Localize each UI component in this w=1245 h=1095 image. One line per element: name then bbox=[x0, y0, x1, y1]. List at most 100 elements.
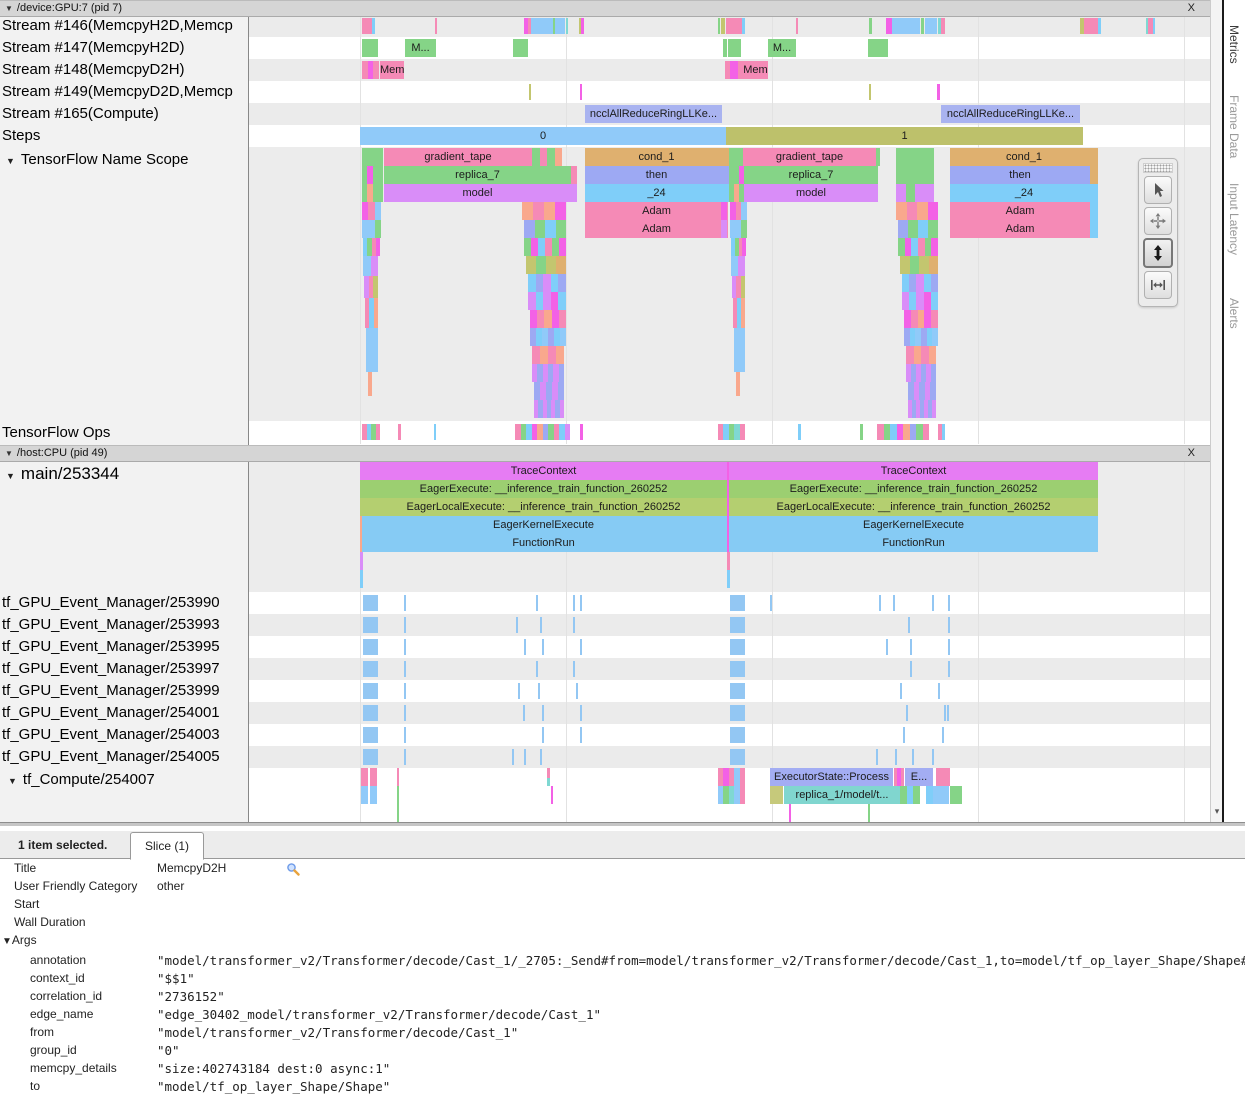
name-scope-slice[interactable]: then bbox=[950, 166, 1090, 184]
slice-cluster[interactable] bbox=[551, 786, 553, 804]
event-block-slice[interactable] bbox=[730, 639, 745, 655]
slice-cluster[interactable] bbox=[362, 148, 383, 166]
trace-slice[interactable] bbox=[868, 39, 888, 57]
slice-cluster[interactable] bbox=[362, 184, 383, 202]
trace-slice-labeled[interactable]: 0 bbox=[360, 127, 726, 145]
event-tick-slice[interactable] bbox=[580, 705, 582, 721]
trace-slice-labeled[interactable]: M... bbox=[768, 39, 796, 57]
trace-slice[interactable] bbox=[513, 39, 528, 57]
event-tick-slice[interactable] bbox=[944, 705, 946, 721]
cpu-trace-slice[interactable]: EagerKernelExecute bbox=[360, 516, 727, 534]
event-tick-slice[interactable] bbox=[524, 749, 526, 765]
slice-cluster[interactable] bbox=[530, 328, 566, 346]
event-tick-slice[interactable] bbox=[573, 661, 575, 677]
event-tick-slice[interactable] bbox=[879, 595, 881, 611]
compute-slice[interactable] bbox=[770, 786, 783, 804]
slice-cluster[interactable] bbox=[571, 166, 577, 184]
slice-cluster[interactable] bbox=[362, 424, 380, 440]
slice-cluster[interactable] bbox=[524, 220, 566, 238]
slice-cluster[interactable] bbox=[729, 166, 744, 184]
trace-slice[interactable] bbox=[742, 18, 745, 34]
name-scope-slice[interactable]: Adam bbox=[585, 220, 728, 238]
slice-cluster[interactable] bbox=[360, 516, 362, 552]
trace-slice[interactable] bbox=[362, 39, 378, 57]
slice-cluster[interactable] bbox=[361, 768, 368, 786]
slice-cluster[interactable] bbox=[908, 382, 936, 400]
event-tick-slice[interactable] bbox=[895, 749, 897, 765]
slice-cluster[interactable] bbox=[571, 184, 577, 202]
slice-cluster[interactable] bbox=[397, 786, 399, 822]
event-tick-slice[interactable] bbox=[542, 705, 544, 721]
event-tick-slice[interactable] bbox=[540, 617, 542, 633]
slice-cluster[interactable] bbox=[902, 292, 938, 310]
selection-tool-button[interactable] bbox=[1144, 176, 1172, 204]
event-tick-slice[interactable] bbox=[576, 683, 578, 699]
name-scope-slice[interactable]: model bbox=[744, 184, 878, 202]
slice-cluster[interactable] bbox=[731, 238, 746, 256]
slice-cluster[interactable] bbox=[397, 768, 399, 786]
slice-cluster[interactable] bbox=[534, 382, 564, 400]
slice-cluster[interactable] bbox=[721, 166, 729, 184]
event-block-slice[interactable] bbox=[363, 683, 378, 699]
trace-slice-labeled[interactable]: 1 bbox=[726, 127, 1083, 145]
slice-cluster[interactable] bbox=[721, 220, 727, 238]
slice-cluster[interactable] bbox=[362, 166, 383, 184]
tool-palette-grip[interactable] bbox=[1143, 163, 1173, 173]
trace-slice[interactable] bbox=[580, 84, 582, 100]
event-block-slice[interactable] bbox=[730, 595, 745, 611]
trace-slice-labeled[interactable]: M... bbox=[405, 39, 436, 57]
event-tick-slice[interactable] bbox=[404, 595, 406, 611]
slice-cluster[interactable] bbox=[900, 786, 933, 804]
event-tick-slice[interactable] bbox=[536, 661, 538, 677]
slice-cluster[interactable] bbox=[877, 424, 929, 440]
slice-cluster[interactable] bbox=[528, 274, 566, 292]
name-scope-slice[interactable]: model bbox=[384, 184, 571, 202]
event-tick-slice[interactable] bbox=[404, 661, 406, 677]
slice-cluster[interactable] bbox=[532, 364, 564, 382]
slice-cluster[interactable] bbox=[896, 166, 934, 184]
name-scope-slice[interactable]: gradient_tape bbox=[384, 148, 532, 166]
slice-cluster[interactable] bbox=[363, 256, 378, 276]
slice-cluster[interactable] bbox=[365, 298, 378, 328]
slice-cluster[interactable] bbox=[732, 276, 745, 298]
trace-slice[interactable] bbox=[566, 18, 568, 34]
event-tick-slice[interactable] bbox=[942, 727, 944, 743]
slice-cluster[interactable] bbox=[526, 256, 566, 274]
event-block-slice[interactable] bbox=[363, 705, 378, 721]
trace-slice[interactable] bbox=[581, 18, 584, 34]
slice-cluster[interactable] bbox=[727, 570, 730, 588]
trace-slice[interactable] bbox=[941, 18, 945, 34]
trace-slice[interactable] bbox=[937, 84, 940, 100]
name-scope-slice[interactable]: then bbox=[585, 166, 728, 184]
event-tick-slice[interactable] bbox=[948, 617, 950, 633]
cpu-trace-slice[interactable]: TraceContext bbox=[360, 462, 727, 480]
slice-cluster[interactable] bbox=[532, 346, 564, 364]
host-pane-close-button[interactable]: X bbox=[1185, 446, 1198, 461]
event-block-slice[interactable] bbox=[730, 683, 745, 699]
event-tick-slice[interactable] bbox=[580, 727, 582, 743]
event-tick-slice[interactable] bbox=[540, 749, 542, 765]
trace-slice[interactable] bbox=[728, 39, 741, 57]
event-tick-slice[interactable] bbox=[886, 639, 888, 655]
compute-slice[interactable] bbox=[936, 768, 950, 786]
compute-slice[interactable]: ExecutorState::Process bbox=[770, 768, 893, 786]
trace-slice[interactable] bbox=[1098, 18, 1101, 34]
cpu-trace-slice[interactable]: EagerExecute: __inference_train_function… bbox=[360, 480, 727, 498]
event-block-slice[interactable] bbox=[363, 727, 378, 743]
event-tick-slice[interactable] bbox=[906, 705, 908, 721]
slice-cluster[interactable] bbox=[904, 328, 938, 346]
event-tick-slice[interactable] bbox=[404, 705, 406, 721]
side-tab-metrics[interactable]: Metrics bbox=[1227, 25, 1241, 64]
row-collapse-caret-icon[interactable]: ▼ bbox=[8, 776, 17, 786]
slice-cluster[interactable] bbox=[721, 202, 727, 220]
slice-cluster[interactable] bbox=[789, 804, 791, 822]
slice-cluster[interactable] bbox=[524, 238, 566, 256]
name-scope-slice[interactable]: Adam bbox=[950, 220, 1090, 238]
event-tick-slice[interactable] bbox=[518, 683, 520, 699]
slice-cluster[interactable] bbox=[729, 148, 743, 166]
event-tick-slice[interactable] bbox=[404, 617, 406, 633]
event-tick-slice[interactable] bbox=[938, 683, 940, 699]
cpu-trace-slice[interactable]: EagerExecute: __inference_train_function… bbox=[729, 480, 1098, 498]
name-scope-slice[interactable]: cond_1 bbox=[950, 148, 1098, 166]
event-tick-slice[interactable] bbox=[932, 595, 934, 611]
